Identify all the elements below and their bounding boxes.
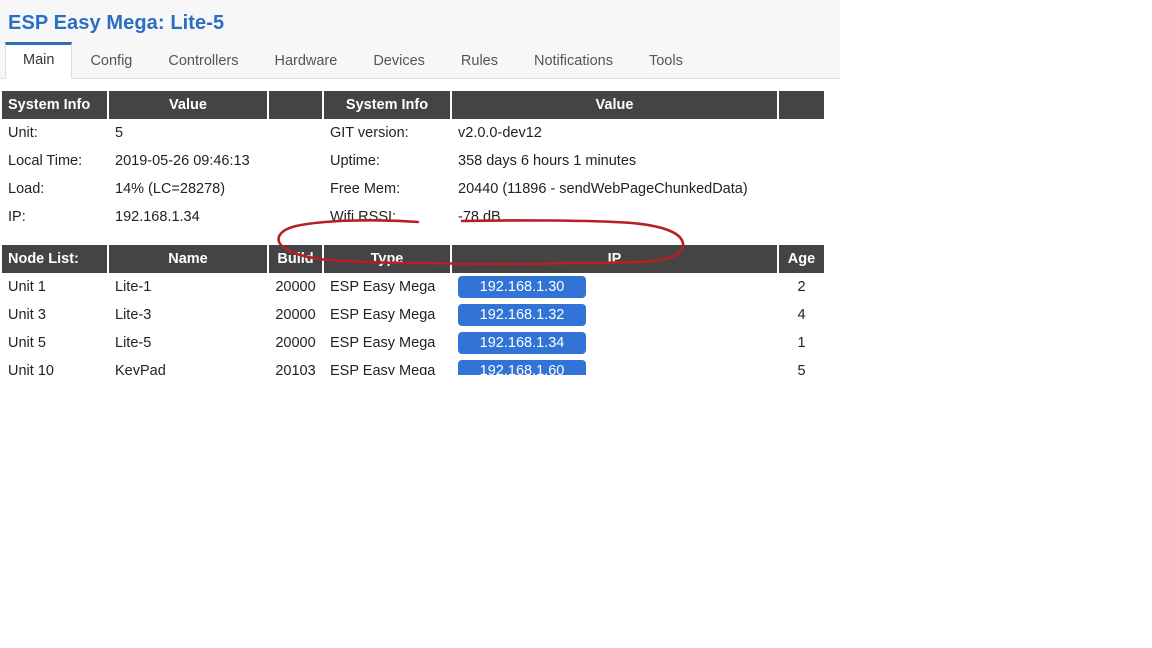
header-node-list: Node List: xyxy=(2,245,107,273)
tab-rules[interactable]: Rules xyxy=(443,43,516,79)
label-uptime: Uptime: xyxy=(330,153,380,169)
node-build: 20000 xyxy=(275,307,316,323)
node-type: ESP Easy Mega xyxy=(330,279,436,295)
spacer-cell xyxy=(269,147,322,175)
header-system-info-right: System Info xyxy=(324,91,450,119)
tab-main[interactable]: Main xyxy=(5,42,73,79)
value-ip: 192.168.1.34 xyxy=(115,209,200,225)
header-name: Name xyxy=(109,245,267,273)
node-age: 5 xyxy=(797,363,806,375)
label-ip: IP: xyxy=(8,209,26,225)
value-wifi-rssi: -78 dB xyxy=(458,209,501,225)
node-ip-cell: 192.168.1.60 xyxy=(452,357,777,375)
tab-tools[interactable]: Tools xyxy=(631,43,701,79)
node-type: ESP Easy Mega xyxy=(330,307,436,323)
value-local-time: 2019-05-26 09:46:13 xyxy=(115,153,250,169)
page-title: ESP Easy Mega: Lite-5 xyxy=(8,12,225,34)
system-info-table: System Info Value System Info Value Unit… xyxy=(0,91,826,231)
spacer-cell-right xyxy=(779,175,824,203)
header-age: Age xyxy=(779,245,824,273)
node-ip-cell: 192.168.1.34 xyxy=(452,329,777,357)
label-unit: Unit: xyxy=(8,125,38,141)
tab-devices[interactable]: Devices xyxy=(355,43,443,79)
system-info-header-row: System Info Value System Info Value xyxy=(2,91,824,119)
node-age: 1 xyxy=(797,335,806,351)
ip-link-button[interactable]: 192.168.1.32 xyxy=(458,304,586,326)
node-build: 20000 xyxy=(275,279,316,295)
node-age: 2 xyxy=(797,279,806,295)
spacer-cell xyxy=(269,203,322,231)
label-local-time: Local Time: xyxy=(8,153,83,169)
node-name: Lite-3 xyxy=(115,307,152,323)
value-uptime: 358 days 6 hours 1 minutes xyxy=(458,153,637,169)
label-free-mem: Free Mem: xyxy=(330,181,401,197)
node-unit: Unit 3 xyxy=(8,307,46,323)
ip-link-button[interactable]: 192.168.1.60 xyxy=(458,360,586,375)
table-row: Unit 10 KeyPad 20103 ESP Easy Mega 192.1… xyxy=(2,357,824,375)
table-row: Unit 1 Lite-1 20000 ESP Easy Mega 192.16… xyxy=(2,273,824,301)
header-build: Build xyxy=(269,245,322,273)
app-header: ESP Easy Mega: Lite-5 Main Config Contro… xyxy=(0,0,840,79)
node-list-table: Node List: Name Build Type IP Age Unit 1… xyxy=(0,245,826,375)
node-ip-cell: 192.168.1.32 xyxy=(452,301,777,329)
node-list-header-row: Node List: Name Build Type IP Age xyxy=(2,245,824,273)
node-type: ESP Easy Mega xyxy=(330,335,436,351)
node-unit: Unit 10 xyxy=(8,363,54,375)
table-row: Local Time: 2019-05-26 09:46:13 Uptime: … xyxy=(2,147,824,175)
ip-link-button[interactable]: 192.168.1.34 xyxy=(458,332,586,354)
value-free-mem: 20440 (11896 - sendWebPageChunkedData) xyxy=(458,181,748,197)
table-row: Load: 14% (LC=28278) Free Mem: 20440 (11… xyxy=(2,175,824,203)
header-ip: IP xyxy=(452,245,777,273)
tab-controllers[interactable]: Controllers xyxy=(150,43,256,79)
label-git-version: GIT version: xyxy=(330,125,409,141)
value-unit: 5 xyxy=(115,125,124,141)
ip-link-button[interactable]: 192.168.1.30 xyxy=(458,276,586,298)
header-trailing-spacer xyxy=(779,91,824,119)
value-git-version: v2.0.0-dev12 xyxy=(458,125,542,141)
value-load: 14% (LC=28278) xyxy=(115,181,226,197)
node-name: Lite-5 xyxy=(115,335,152,351)
header-value-right: Value xyxy=(452,91,777,119)
header-type: Type xyxy=(324,245,450,273)
table-row: IP: 192.168.1.34 Wifi RSSI: -78 dB xyxy=(2,203,824,231)
spacer-cell xyxy=(269,119,322,147)
table-row: Unit 3 Lite-3 20000 ESP Easy Mega 192.16… xyxy=(2,301,824,329)
spacer-cell xyxy=(269,175,322,203)
spacer-cell-right xyxy=(779,147,824,175)
table-row: Unit 5 Lite-5 20000 ESP Easy Mega 192.16… xyxy=(2,329,824,357)
node-name: KeyPad xyxy=(115,363,166,375)
node-type: ESP Easy Mega xyxy=(330,363,436,375)
tab-config[interactable]: Config xyxy=(72,43,150,79)
spacer-cell-right xyxy=(779,203,824,231)
node-unit: Unit 5 xyxy=(8,335,46,351)
header-value-left: Value xyxy=(109,91,267,119)
node-ip-cell: 192.168.1.30 xyxy=(452,273,777,301)
table-row: Unit: 5 GIT version: v2.0.0-dev12 xyxy=(2,119,824,147)
header-system-info-left: System Info xyxy=(2,91,107,119)
main-content: System Info Value System Info Value Unit… xyxy=(0,79,1152,375)
node-build: 20000 xyxy=(275,335,316,351)
node-unit: Unit 1 xyxy=(8,279,46,295)
spacer-cell-right xyxy=(779,119,824,147)
tab-bar: Main Config Controllers Hardware Devices… xyxy=(0,42,840,79)
tab-hardware[interactable]: Hardware xyxy=(256,43,355,79)
tab-notifications[interactable]: Notifications xyxy=(516,43,631,79)
node-name: Lite-1 xyxy=(115,279,152,295)
label-wifi-rssi: Wifi RSSI: xyxy=(330,209,397,225)
header-spacer xyxy=(269,91,322,119)
node-build: 20103 xyxy=(275,363,316,375)
node-age: 4 xyxy=(797,307,806,323)
label-load: Load: xyxy=(8,181,45,197)
